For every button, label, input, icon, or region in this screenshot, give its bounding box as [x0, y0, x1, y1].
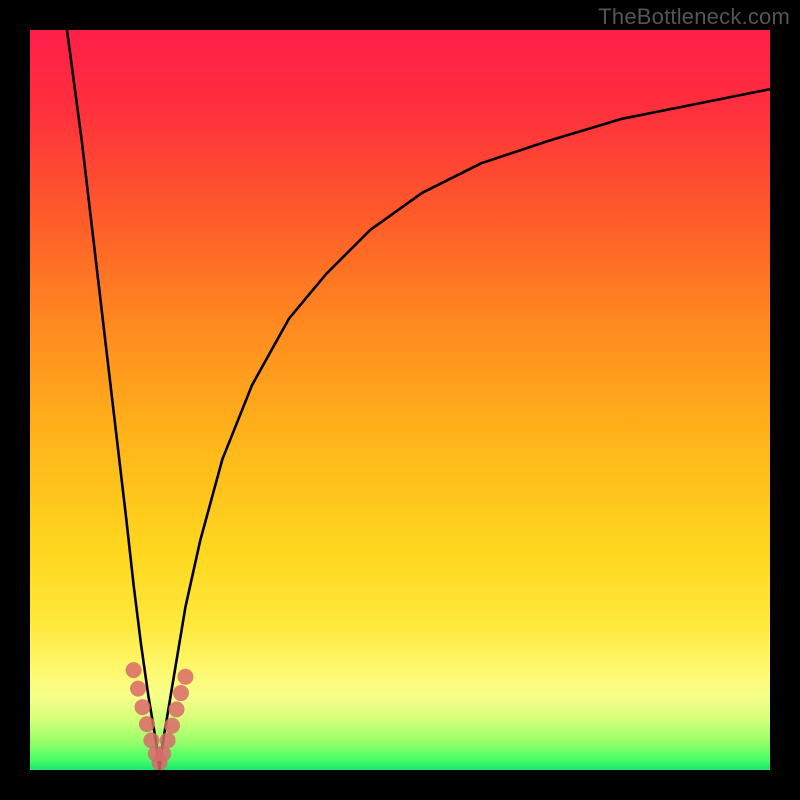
- marker-dot: [169, 701, 185, 717]
- near-minimum-markers: [126, 662, 194, 770]
- marker-dot: [134, 699, 150, 715]
- chart-frame: TheBottleneck.com: [0, 0, 800, 800]
- marker-dot: [164, 718, 180, 734]
- marker-dot: [139, 716, 155, 732]
- plot-area: [30, 30, 770, 770]
- curve-layer: [30, 30, 770, 770]
- marker-dot: [177, 669, 193, 685]
- marker-dot: [130, 681, 146, 697]
- marker-dot: [126, 662, 142, 678]
- watermark-text: TheBottleneck.com: [598, 4, 790, 30]
- bottleneck-curve: [67, 30, 770, 770]
- marker-dot: [160, 732, 176, 748]
- marker-dot: [173, 685, 189, 701]
